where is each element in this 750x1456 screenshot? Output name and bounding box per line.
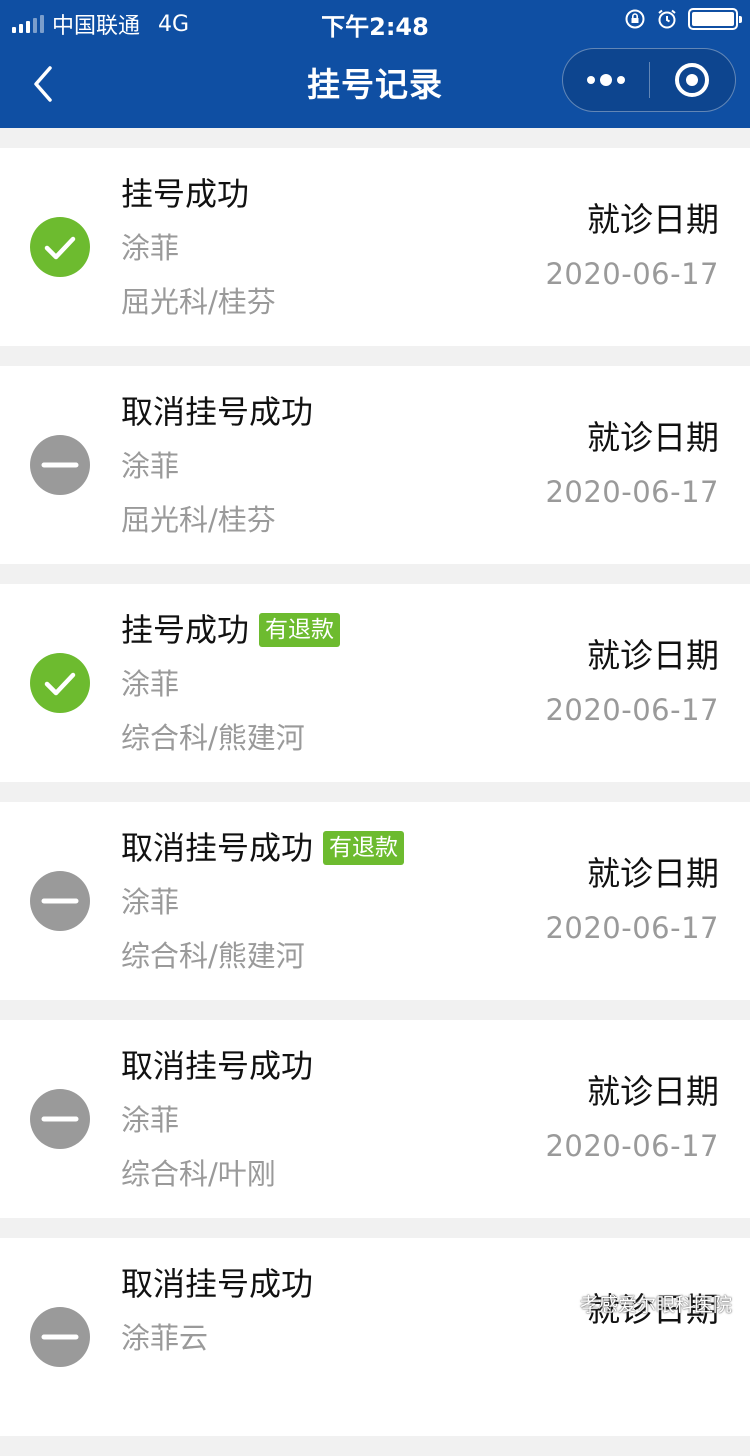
- status-bar: 中国联通 4G 下午2:48: [0, 0, 750, 41]
- record-status: 取消挂号成功: [121, 1047, 314, 1085]
- visit-date-block: 就诊日期 2020-06-17: [545, 198, 719, 294]
- visit-date-label: 就诊日期: [587, 1072, 719, 1111]
- watermark: 孝感爱尔眼科医院: [552, 1290, 732, 1317]
- status-line: 取消挂号成功 有退款: [121, 826, 405, 870]
- record-status: 挂号成功: [121, 175, 250, 213]
- record-info: 取消挂号成功涂菲综合科/叶刚: [121, 1044, 313, 1194]
- record-list: 挂号成功 涂菲 屈光科/桂芬 就诊日期 2020-06-17 取消挂号成功 涂菲 屈光科/桂芬…: [0, 148, 750, 1456]
- visit-date-block: 就诊日期 2020-06-17: [545, 416, 719, 512]
- record-info: 取消挂号成功涂菲屈光科/桂芬: [121, 390, 313, 540]
- cancelled-minus-icon: [30, 871, 90, 931]
- status-bar-right: [624, 8, 742, 30]
- department-doctor: 综合科/熊建河: [121, 721, 305, 755]
- record-info: 取消挂号成功 有退款涂菲综合科/熊建河: [121, 826, 405, 976]
- record-status: 挂号成功: [121, 611, 250, 649]
- record-status: 取消挂号成功: [121, 829, 314, 867]
- patient-name: 涂菲: [121, 231, 180, 265]
- visit-date: 2020-06-17: [545, 257, 719, 291]
- watermark-text: 孝感爱尔眼科医院: [580, 1294, 733, 1316]
- visit-date: 2020-06-17: [545, 693, 719, 727]
- department-doctor: 屈光科/桂芬: [121, 503, 276, 537]
- record-card[interactable]: 挂号成功涂菲屈光科/桂芬 就诊日期 2020-06-17: [0, 148, 750, 346]
- visit-date-label: 就诊日期: [587, 854, 719, 893]
- status-line: 挂号成功 有退款: [121, 608, 341, 652]
- record-card[interactable]: 取消挂号成功涂菲屈光科/桂芬 就诊日期 2020-06-17: [0, 366, 750, 564]
- battery-icon: [688, 8, 742, 30]
- patient-name: 涂菲: [121, 449, 180, 483]
- record-card[interactable]: 取消挂号成功 涂菲云 就诊日期: [0, 1238, 750, 1436]
- alarm-icon: [658, 9, 676, 29]
- status-line: 取消挂号成功: [121, 1044, 313, 1088]
- visit-date-block: 就诊日期 2020-06-17: [545, 634, 719, 730]
- success-check-icon: [30, 217, 90, 277]
- record-info: 挂号成功涂菲屈光科/桂芬: [121, 172, 276, 322]
- patient-name: 涂菲: [121, 667, 180, 701]
- nav-bar: 挂号记录: [0, 40, 750, 128]
- cancelled-minus-icon: [30, 1089, 90, 1149]
- patient-name: 涂菲: [121, 1103, 180, 1137]
- visit-date: 2020-06-17: [545, 911, 719, 945]
- status-line: 取消挂号成功: [121, 390, 313, 434]
- record-card[interactable]: 取消挂号成功 有退款涂菲综合科/熊建河 就诊日期 2020-06-17: [0, 802, 750, 1000]
- wechat-icon: [552, 1295, 574, 1312]
- success-check-icon: [30, 653, 90, 713]
- cancelled-minus-icon: [30, 1307, 90, 1367]
- visit-date-block: 就诊日期 2020-06-17: [545, 1070, 719, 1166]
- department-doctor: 综合科/叶刚: [121, 1157, 276, 1191]
- rotation-lock-icon: [625, 9, 645, 29]
- patient-name: 涂菲云: [121, 1321, 209, 1355]
- visit-date-label: 就诊日期: [587, 636, 719, 675]
- visit-date: 2020-06-17: [545, 475, 719, 509]
- patient-name: 涂菲: [121, 885, 180, 919]
- record-info: 取消挂号成功 涂菲云: [121, 1262, 313, 1372]
- mini-program-capsule: [562, 48, 736, 112]
- header: 中国联通 4G 下午2:48 挂号记录: [0, 0, 750, 128]
- visit-date: 2020-06-17: [545, 1129, 719, 1163]
- visit-date-block: 就诊日期 2020-06-17: [545, 852, 719, 948]
- close-mini-program-button[interactable]: [650, 49, 736, 111]
- department-doctor: 综合科/熊建河: [121, 939, 305, 973]
- cancelled-minus-icon: [30, 435, 90, 495]
- status-line: 挂号成功: [121, 172, 276, 216]
- record-info: 挂号成功 有退款涂菲综合科/熊建河: [121, 608, 341, 758]
- visit-date-label: 就诊日期: [587, 418, 719, 457]
- department-doctor: 屈光科/桂芬: [121, 285, 276, 319]
- more-button[interactable]: [563, 49, 649, 111]
- record-card[interactable]: 挂号成功 有退款涂菲综合科/熊建河 就诊日期 2020-06-17: [0, 584, 750, 782]
- record-status: 取消挂号成功: [121, 393, 314, 431]
- status-line: 取消挂号成功: [121, 1262, 313, 1306]
- visit-date-label: 就诊日期: [587, 200, 719, 239]
- target-icon: [675, 63, 710, 97]
- refund-badge: 有退款: [259, 613, 341, 647]
- record-status: 取消挂号成功: [121, 1265, 314, 1303]
- more-dots-icon: [586, 74, 625, 86]
- record-card[interactable]: 取消挂号成功涂菲综合科/叶刚 就诊日期 2020-06-17: [0, 1020, 750, 1218]
- refund-badge: 有退款: [323, 831, 405, 865]
